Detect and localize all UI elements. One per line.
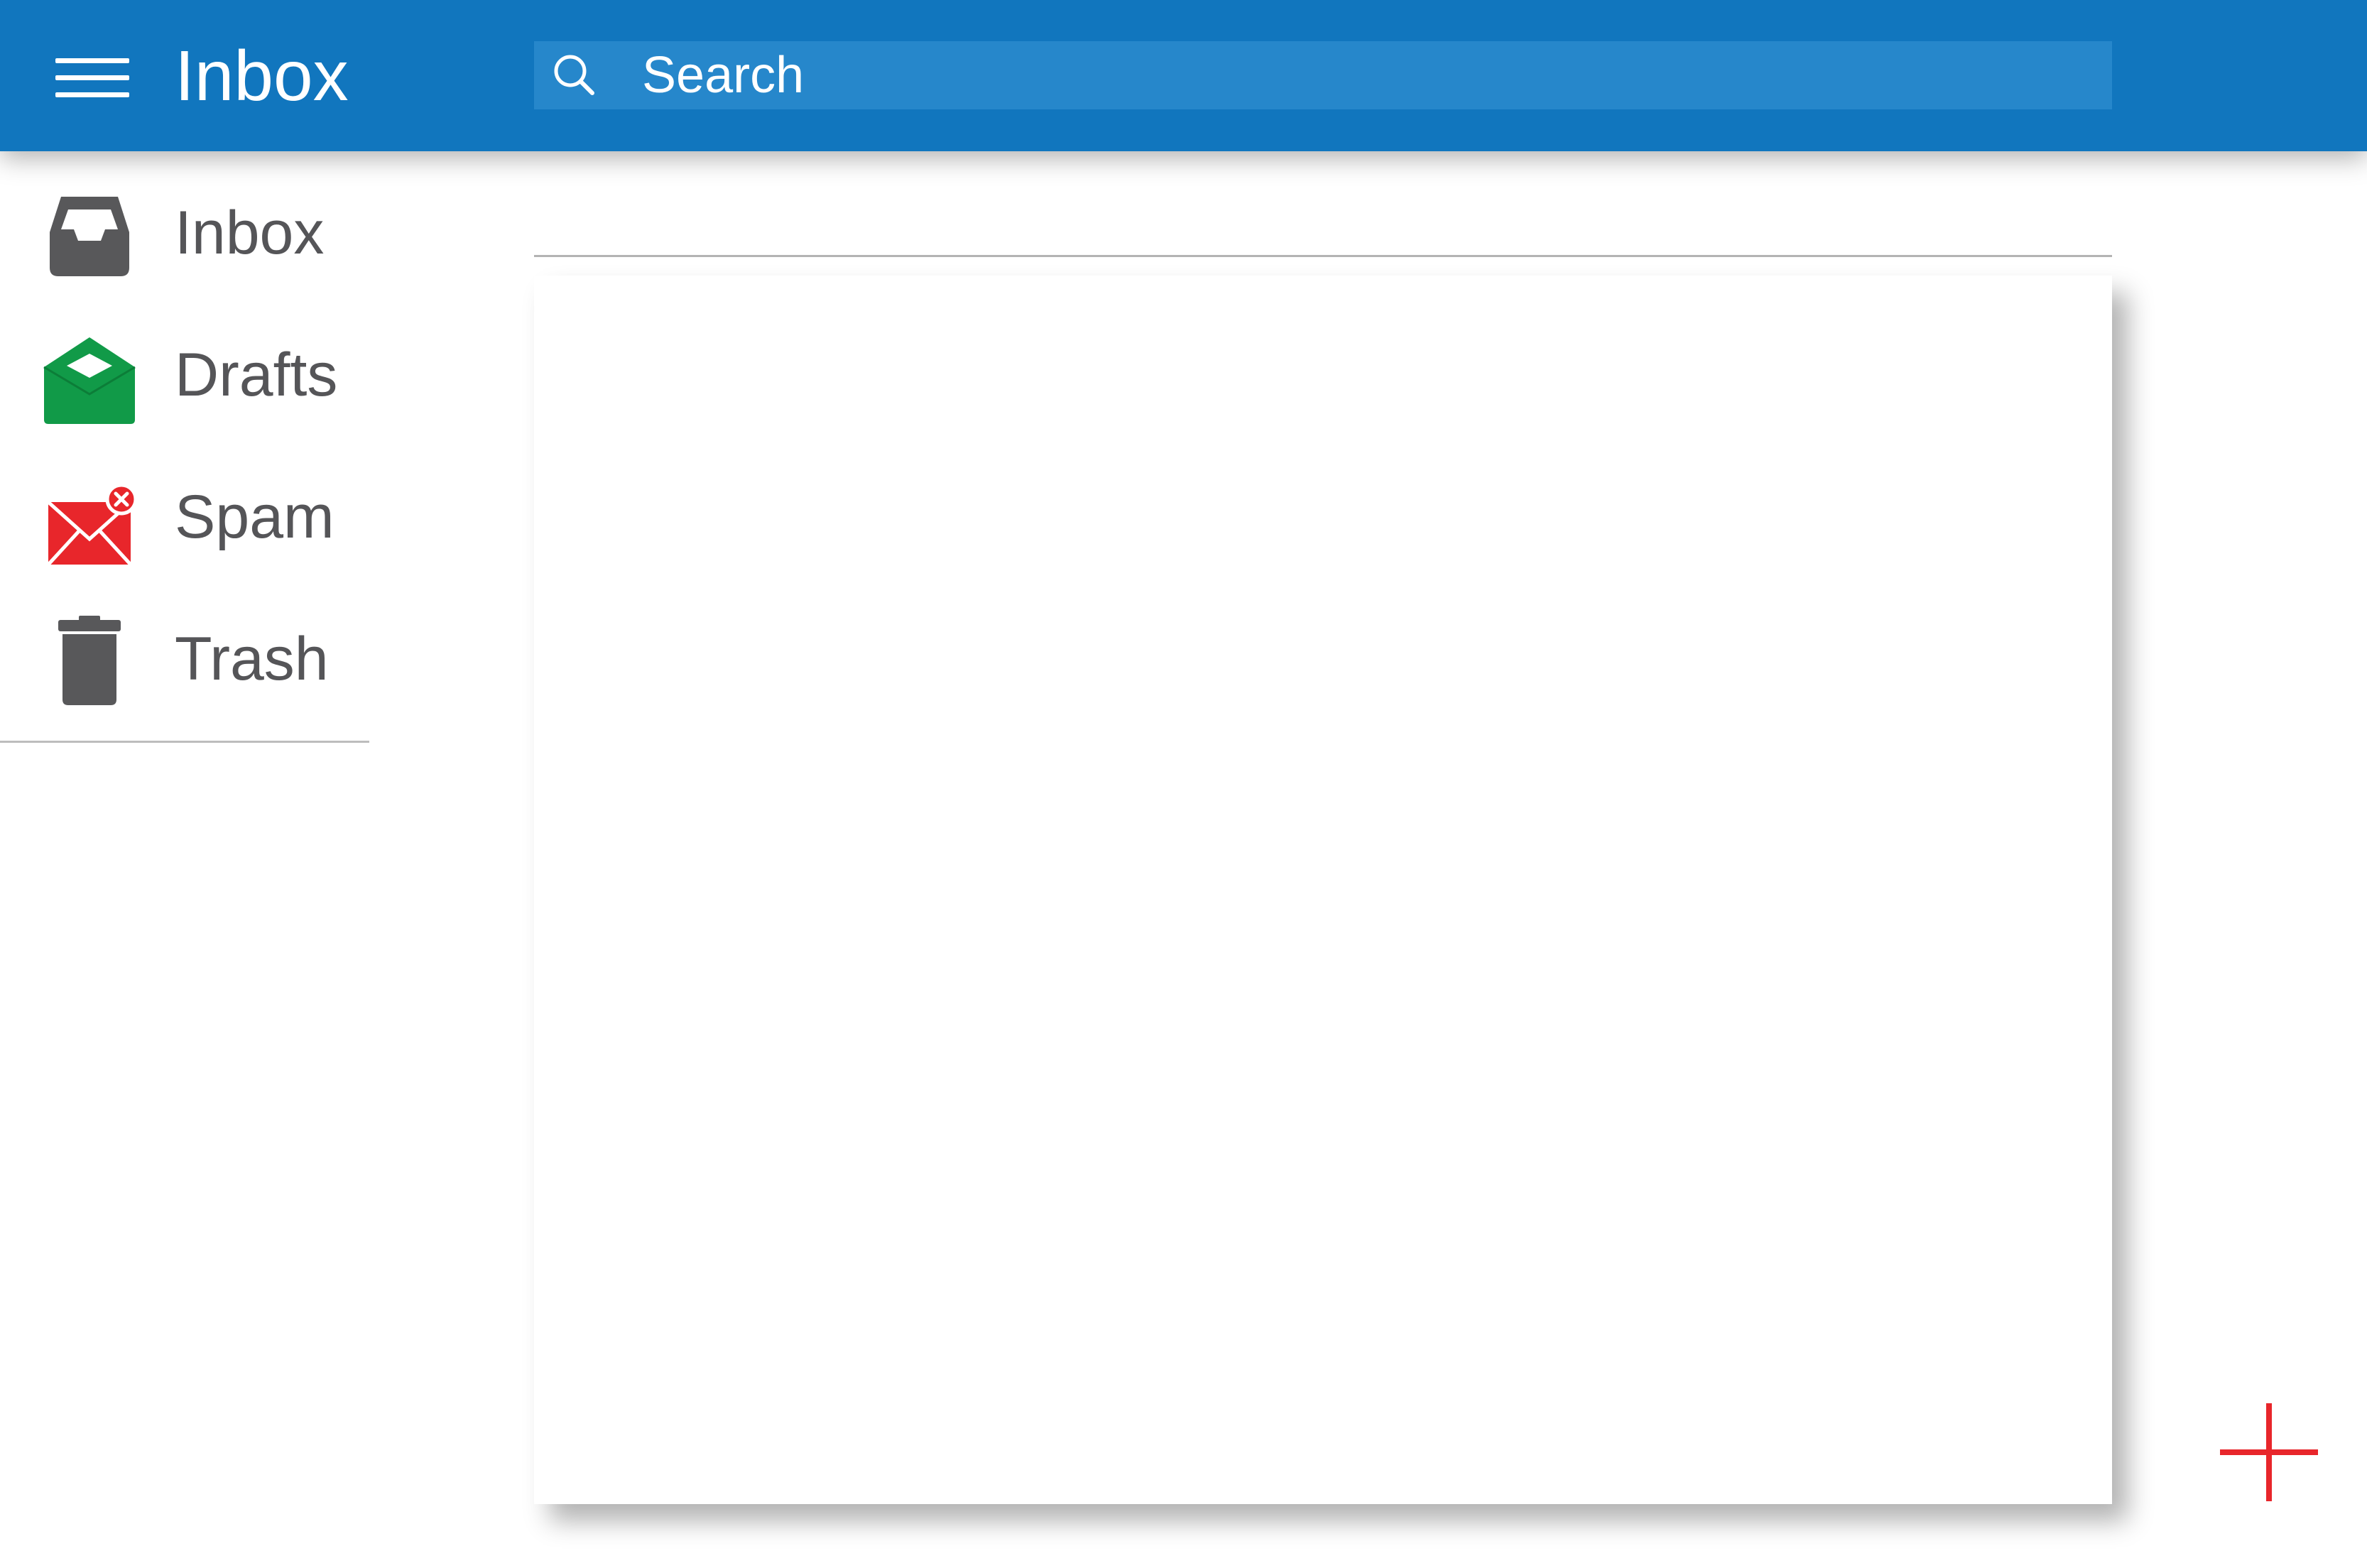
search-input[interactable] — [642, 41, 2091, 109]
sidebar-item-label: Inbox — [175, 199, 325, 267]
plus-icon — [2220, 1403, 2318, 1501]
content-divider — [534, 255, 2112, 257]
sidebar-item-spam[interactable]: Spam — [0, 442, 369, 570]
sidebar-item-inbox[interactable]: Inbox — [0, 158, 369, 286]
hamburger-menu-button[interactable] — [43, 43, 135, 114]
message-list-panel — [534, 276, 2112, 1504]
sidebar-item-label: Trash — [175, 625, 329, 693]
open-envelope-icon — [43, 337, 136, 424]
mail-app-window: Inbox Inbox Drafts — [0, 0, 2367, 1568]
search-icon — [554, 55, 594, 95]
menu-icon — [55, 58, 129, 63]
compose-button[interactable] — [2216, 1399, 2322, 1506]
app-bar: Inbox — [0, 0, 2367, 151]
search-bar[interactable] — [534, 41, 2112, 109]
envelope-x-badge-icon — [47, 483, 138, 566]
sidebar-item-trash[interactable]: Trash — [0, 584, 369, 712]
menu-icon-bar — [55, 92, 129, 97]
inbox-tray-icon — [50, 197, 129, 276]
sidebar-item-label: Drafts — [175, 341, 338, 409]
page-title: Inbox — [175, 36, 349, 116]
sidebar-item-drafts[interactable]: Drafts — [0, 300, 369, 428]
sidebar: Inbox Drafts Spam Trash — [0, 151, 369, 743]
trash-can-icon — [58, 616, 121, 705]
menu-icon-bar — [55, 75, 129, 80]
sidebar-item-label: Spam — [175, 483, 334, 551]
